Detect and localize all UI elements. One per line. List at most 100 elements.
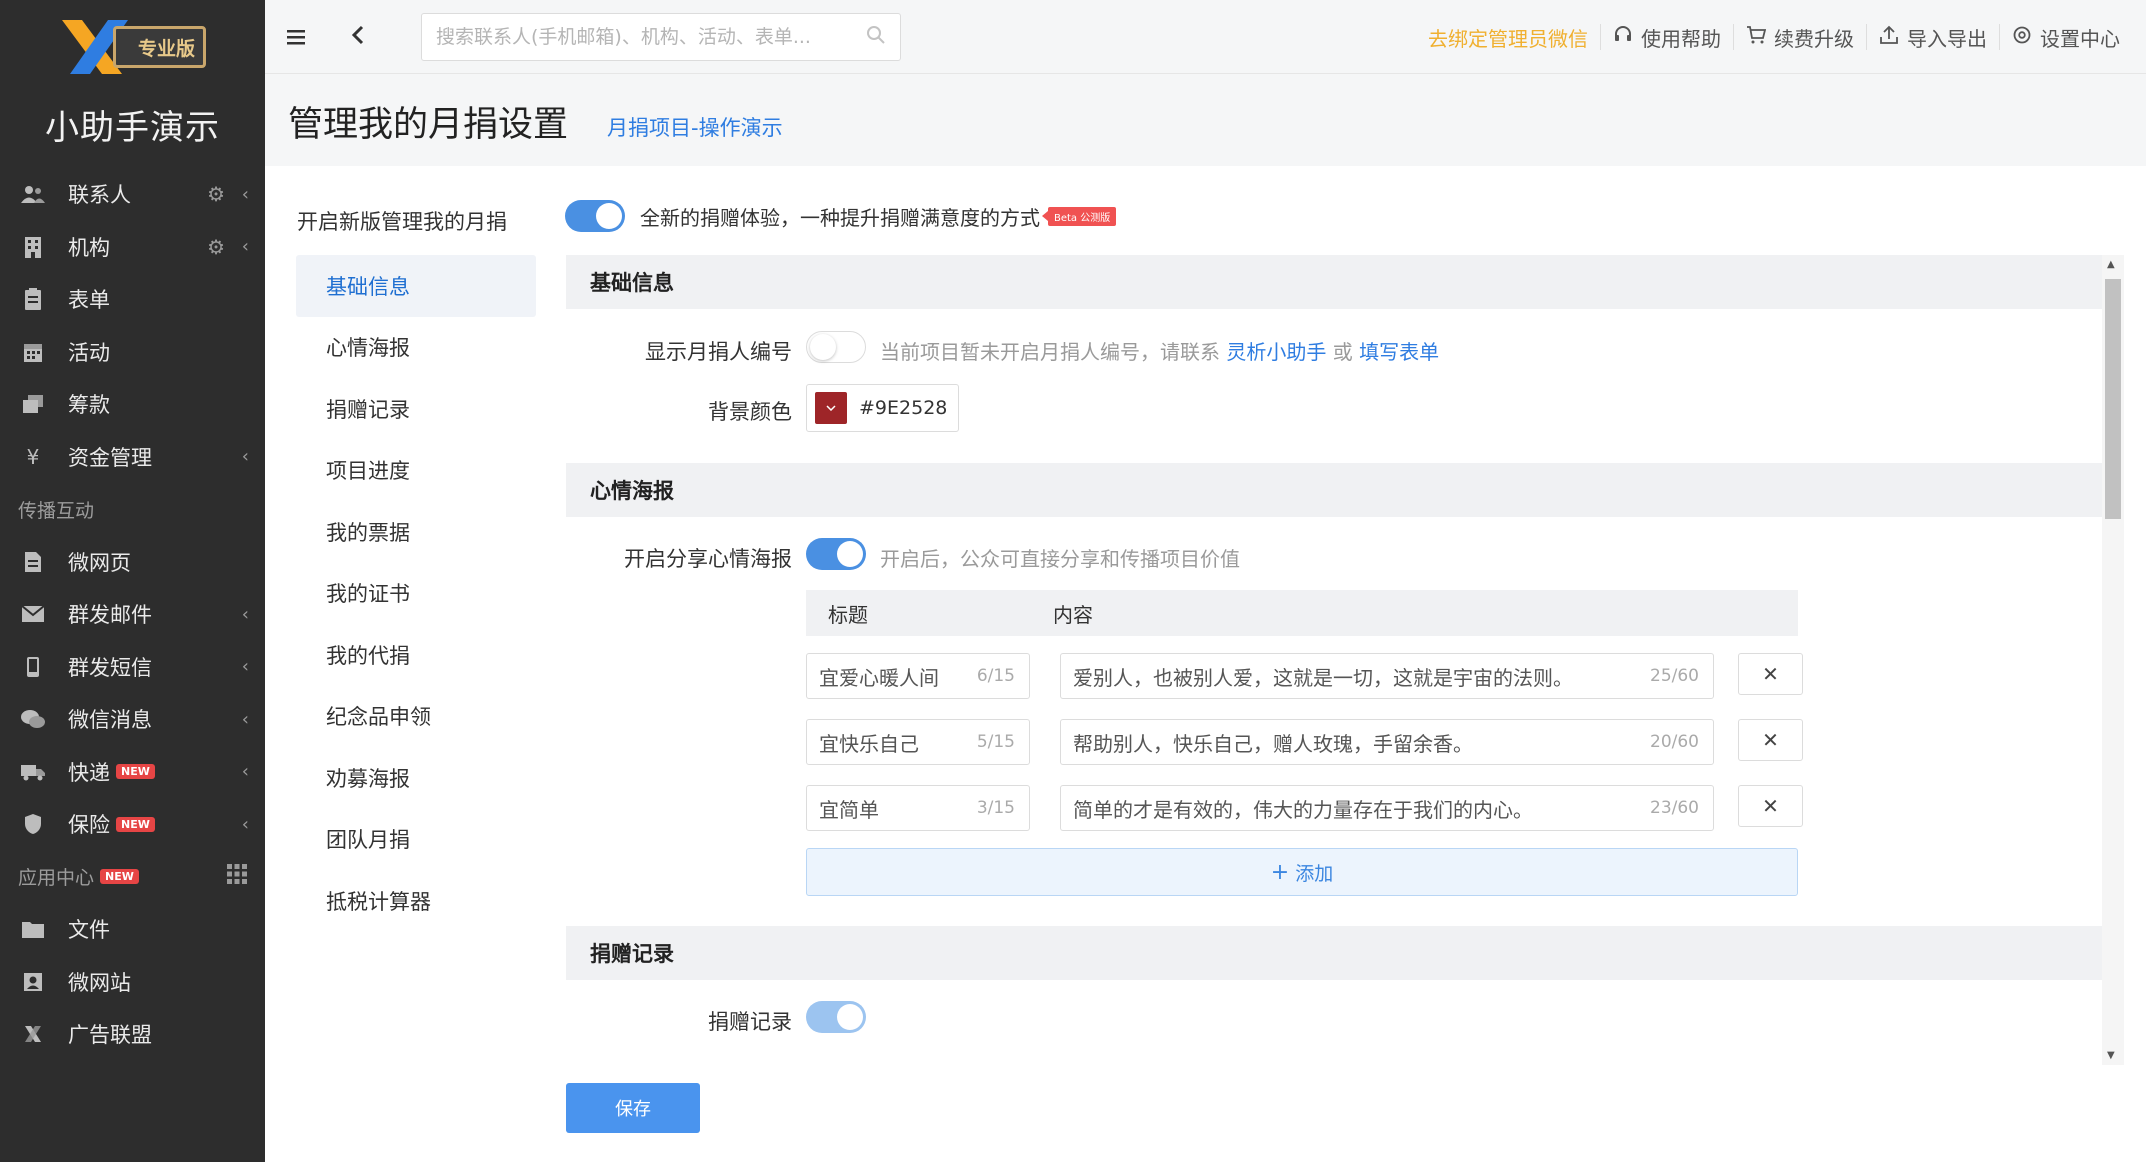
- fill-form-link[interactable]: 填写表单: [1359, 340, 1439, 364]
- sidebar-item-label: 机构: [68, 235, 110, 260]
- settings-menu: 基础信息 心情海报 捐赠记录 项目进度 我的票据 我的证书 我的代捐 纪念品申领…: [296, 255, 536, 932]
- menu-item-my-receipts[interactable]: 我的票据: [296, 501, 536, 563]
- sidebar-item-files[interactable]: 文件: [0, 903, 265, 956]
- poster-title-input[interactable]: 宜快乐自己 5/15: [806, 719, 1030, 765]
- search-bar: [421, 13, 901, 61]
- gear-icon[interactable]: ⚙: [207, 235, 225, 259]
- sidebar-item-insurance[interactable]: 保险 NEW ‹: [0, 798, 265, 851]
- share-poster-toggle[interactable]: [806, 538, 866, 570]
- sidebar-item-contacts[interactable]: 联系人 ⚙ ‹: [0, 168, 265, 221]
- poster-content-input[interactable]: 帮助别人，快乐自己，赠人玫瑰，手留余香。 20/60: [1060, 719, 1714, 765]
- scrollbar-thumb[interactable]: [2105, 279, 2121, 519]
- scroll-down-icon[interactable]: ▼: [2107, 1050, 2115, 1061]
- scroll-up-icon[interactable]: ▲: [2107, 259, 2115, 270]
- phone-icon: [20, 654, 46, 680]
- project-link[interactable]: 月捐项目-操作演示: [607, 112, 783, 142]
- char-count: 6/15: [976, 666, 1015, 686]
- bg-color-picker[interactable]: #9E2528: [806, 384, 959, 432]
- poster-content-input[interactable]: 简单的才是有效的，伟大的力量存在于我们的内心。 23/60: [1060, 785, 1714, 831]
- show-id-toggle[interactable]: [806, 331, 866, 363]
- sidebar-item-organizations[interactable]: 机构 ⚙ ‹: [0, 221, 265, 274]
- add-poster-button[interactable]: + 添加: [806, 848, 1798, 896]
- brand-name: 小助手演示: [45, 108, 220, 148]
- section-label: 应用中心: [18, 867, 95, 890]
- records-toggle[interactable]: [806, 1001, 866, 1033]
- char-count: 5/15: [976, 732, 1015, 752]
- char-count: 20/60: [1650, 732, 1699, 752]
- sidebar-item-forms[interactable]: 表单: [0, 273, 265, 326]
- col-content: 内容: [1053, 602, 1093, 627]
- menu-item-my-certificates[interactable]: 我的证书: [296, 563, 536, 625]
- sidebar-item-mass-sms[interactable]: 群发短信 ‹: [0, 641, 265, 694]
- menu-item-solicit-poster[interactable]: 劝募海报: [296, 747, 536, 809]
- chevron-left-icon: ‹: [241, 183, 249, 205]
- menu-item-proxy-donation[interactable]: 我的代捐: [296, 624, 536, 686]
- grid-icon[interactable]: [227, 864, 247, 889]
- sidebar-item-events[interactable]: 活动: [0, 326, 265, 379]
- new-badge: NEW: [116, 816, 155, 832]
- new-version-toggle[interactable]: [565, 200, 625, 232]
- char-count: 25/60: [1650, 666, 1699, 686]
- yen-icon: ¥: [26, 444, 40, 469]
- bg-color-label: 背景颜色: [708, 400, 792, 424]
- save-button[interactable]: 保存: [566, 1083, 700, 1133]
- beta-badge: Beta 公测版: [1041, 206, 1117, 226]
- sidebar-item-wechat[interactable]: 微信消息 ‹: [0, 693, 265, 746]
- scrollbar[interactable]: ▲ ▼: [2102, 255, 2124, 1065]
- sidebar-item-label: 微信消息: [68, 708, 152, 733]
- sidebar-item-finance[interactable]: ¥ 资金管理 ‹: [0, 431, 265, 484]
- menu-item-project-progress[interactable]: 项目进度: [296, 440, 536, 502]
- menu-item-basic-info[interactable]: 基础信息: [296, 255, 536, 317]
- poster-row: 宜简单 3/15 简单的才是有效的，伟大的力量存在于我们的内心。 23/60 ✕: [806, 785, 1806, 831]
- menu-item-tax-calculator[interactable]: 抵税计算器: [296, 870, 536, 932]
- poster-title-input[interactable]: 宜简单 3/15: [806, 785, 1030, 831]
- chevron-left-icon: ‹: [241, 446, 249, 468]
- building-icon: [20, 234, 46, 260]
- folder-icon: [20, 916, 46, 942]
- sidebar-item-micro-page[interactable]: 微网页: [0, 536, 265, 589]
- close-icon: ✕: [1762, 728, 1779, 752]
- sidebar-item-express[interactable]: 快递 NEW ‹: [0, 746, 265, 799]
- input-value: 爱别人，也被别人爱，这就是一切，这就是宇宙的法则。: [1073, 665, 1573, 690]
- chevron-left-icon: ‹: [241, 708, 249, 730]
- bind-wechat-link[interactable]: 去绑定管理员微信: [1416, 24, 1600, 51]
- import-export-link[interactable]: 导入导出: [1866, 24, 1999, 51]
- gear-icon: [2012, 25, 2032, 50]
- sidebar-item-micro-site[interactable]: 微网站: [0, 956, 265, 1009]
- logo[interactable]: 专业版: [60, 18, 206, 76]
- color-swatch[interactable]: [815, 392, 847, 424]
- wechat-icon: [20, 706, 46, 732]
- gear-icon[interactable]: ⚙: [207, 182, 225, 206]
- sidebar-item-ad-union[interactable]: 广告联盟: [0, 1008, 265, 1061]
- menu-item-souvenir[interactable]: 纪念品申领: [296, 686, 536, 748]
- char-count: 23/60: [1650, 798, 1699, 818]
- poster-title-input[interactable]: 宜爱心暖人间 6/15: [806, 653, 1030, 699]
- menu-item-donation-records[interactable]: 捐赠记录: [296, 378, 536, 440]
- help-link[interactable]: 使用帮助: [1600, 24, 1733, 51]
- poster-content-input[interactable]: 爱别人，也被别人爱，这就是一切，这就是宇宙的法则。 25/60: [1060, 653, 1714, 699]
- section-donation-records: 捐赠记录: [566, 926, 2102, 980]
- search-input[interactable]: [436, 26, 856, 48]
- assistant-link[interactable]: 灵析小助手: [1226, 340, 1326, 364]
- menu-item-team-monthly[interactable]: 团队月捐: [296, 809, 536, 871]
- menu-item-mood-poster[interactable]: 心情海报: [296, 317, 536, 379]
- delete-row-button[interactable]: ✕: [1738, 785, 1803, 827]
- sidebar-item-mass-mail[interactable]: 群发邮件 ‹: [0, 588, 265, 641]
- input-value: 帮助别人，快乐自己，赠人玫瑰，手留余香。: [1073, 731, 1473, 756]
- sidebar-section-spread: 传播互动: [0, 483, 265, 536]
- back-chevron-icon[interactable]: [351, 18, 365, 53]
- records-label: 捐赠记录: [708, 1010, 792, 1034]
- sidebar-item-label: 资金管理: [68, 445, 152, 470]
- delete-row-button[interactable]: ✕: [1738, 653, 1803, 695]
- sidebar: 专业版 小助手演示 联系人 ⚙ ‹ 机构 ⚙ ‹ 表单 活动 筹款 ¥ 资金管理…: [0, 0, 265, 1162]
- settings-link[interactable]: 设置中心: [1999, 24, 2132, 51]
- sidebar-section-apps[interactable]: 应用中心 NEW: [0, 851, 265, 904]
- sidebar-item-fundraising[interactable]: 筹款: [0, 378, 265, 431]
- menu-toggle-icon[interactable]: [287, 22, 305, 52]
- upgrade-link[interactable]: 续费升级: [1733, 24, 1866, 51]
- sidebar-nav: 联系人 ⚙ ‹ 机构 ⚙ ‹ 表单 活动 筹款 ¥ 资金管理 ‹ 传播互动 微网…: [0, 168, 265, 1061]
- upload-icon: [1879, 25, 1899, 50]
- delete-row-button[interactable]: ✕: [1738, 719, 1803, 761]
- input-value: 宜爱心暖人间: [819, 665, 939, 690]
- search-icon[interactable]: [866, 25, 886, 50]
